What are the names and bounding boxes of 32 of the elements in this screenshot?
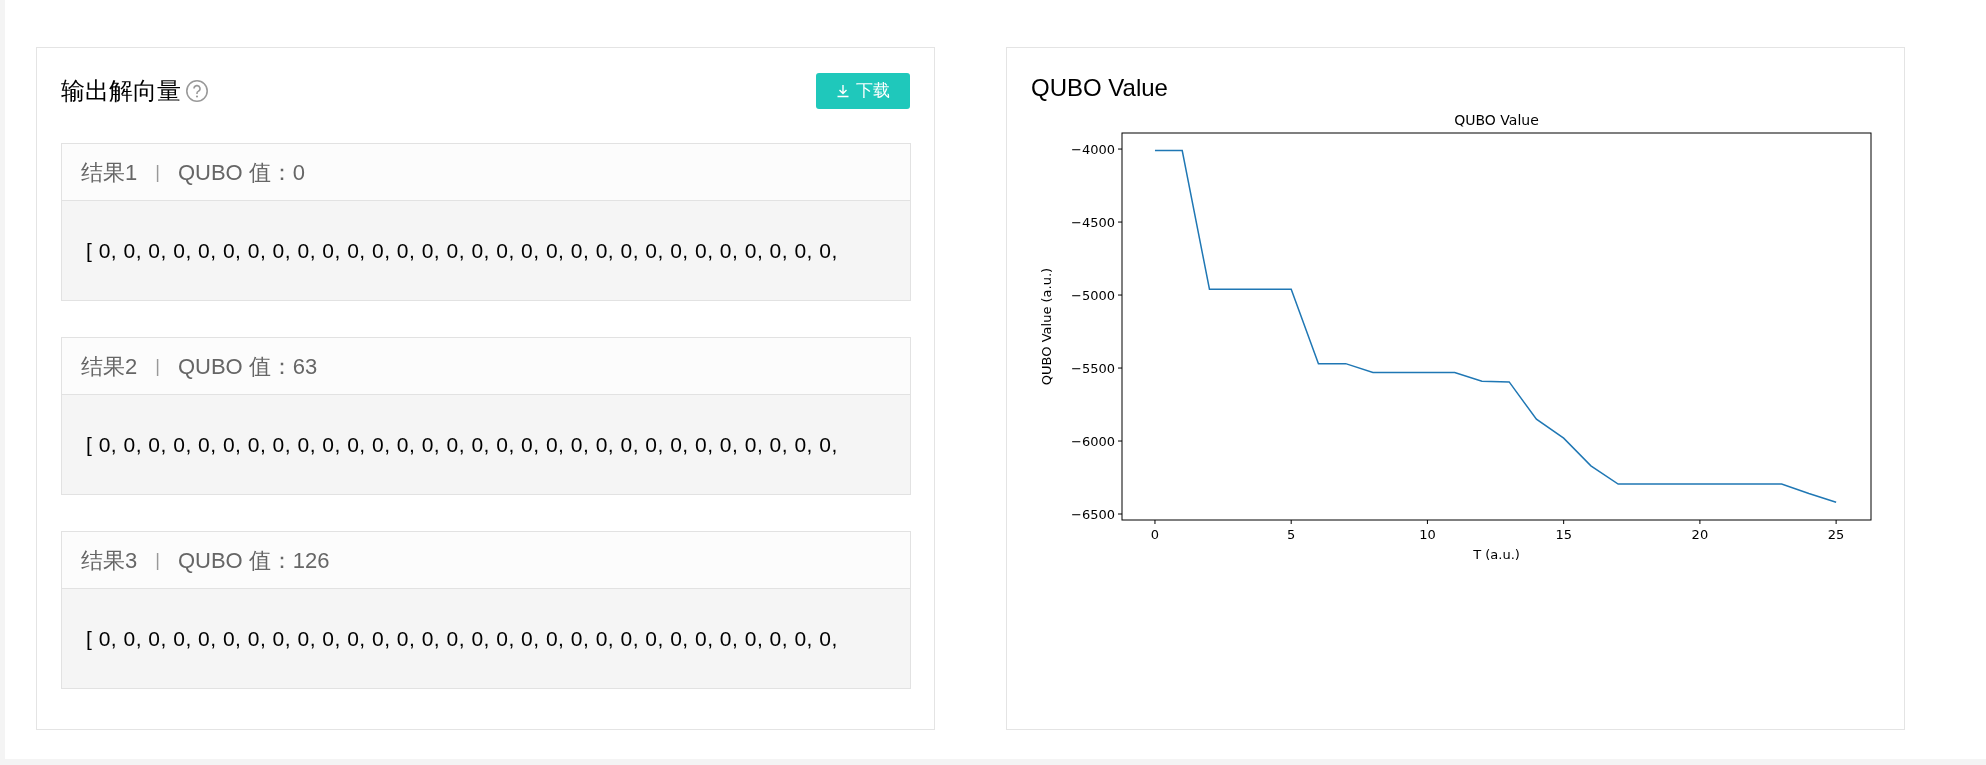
- y-tick-label: −6500: [1071, 507, 1115, 522]
- solution-vector: [ 0, 0, 0, 0, 0, 0, 0, 0, 0, 0, 0, 0, 0, 0, 0, 0, 0, 0, 0, 0, 0, 0, 0, 0, 0, 0, 0, 0, 0, 0,: [86, 237, 838, 264]
- solution-vector: [ 0, 0, 0, 0, 0, 0, 0, 0, 0, 0, 0, 0, 0, 0, 0, 0, 0, 0, 0, 0, 0, 0, 0, 0, 0, 0, 0, 0, 0, 0,: [86, 625, 838, 652]
- x-tick-label: 25: [1827, 527, 1845, 542]
- y-tick-label: −6000: [1071, 434, 1115, 449]
- x-tick-label: 0: [1150, 527, 1160, 542]
- qubo-value: QUBO 值：126: [177, 546, 330, 575]
- panel-title: QUBO Value: [1031, 73, 1168, 103]
- x-tick-label: 5: [1287, 527, 1296, 542]
- y-tick-label: −4000: [1071, 142, 1115, 158]
- separator: |: [155, 354, 160, 378]
- solution-vector: [ 0, 0, 0, 0, 0, 0, 0, 0, 0, 0, 0, 0, 0, 0, 0, 0, 0, 0, 0, 0, 0, 0, 0, 0, 0, 0, 0, 0, 0, 0,: [86, 431, 838, 458]
- x-axis-label: T (a.u.): [1473, 547, 1520, 562]
- chart-title: QUBO Value: [1454, 112, 1539, 128]
- result-label: 结果1: [81, 158, 138, 187]
- y-tick-label: −5500: [1071, 361, 1115, 377]
- panel-title: 输出解向量: [61, 75, 181, 106]
- download-icon: [836, 83, 850, 98]
- result-label: 结果3: [81, 546, 138, 575]
- download-button[interactable]: 下载: [816, 72, 910, 109]
- x-tick-label: 20: [1691, 527, 1709, 542]
- separator: |: [155, 160, 160, 184]
- y-tick-label: −4500: [1071, 215, 1115, 231]
- y-tick-label: −5000: [1071, 288, 1115, 304]
- x-tick-label: 10: [1419, 527, 1436, 542]
- y-axis-label: QUBO Value (a.u.): [1039, 267, 1054, 386]
- x-tick-label: 15: [1555, 527, 1572, 542]
- separator: |: [155, 548, 160, 572]
- result-label: 结果2: [81, 352, 138, 381]
- qubo-value: QUBO 值：0: [177, 158, 306, 187]
- help-icon: [185, 78, 209, 103]
- qubo-value: QUBO 值：63: [177, 352, 318, 381]
